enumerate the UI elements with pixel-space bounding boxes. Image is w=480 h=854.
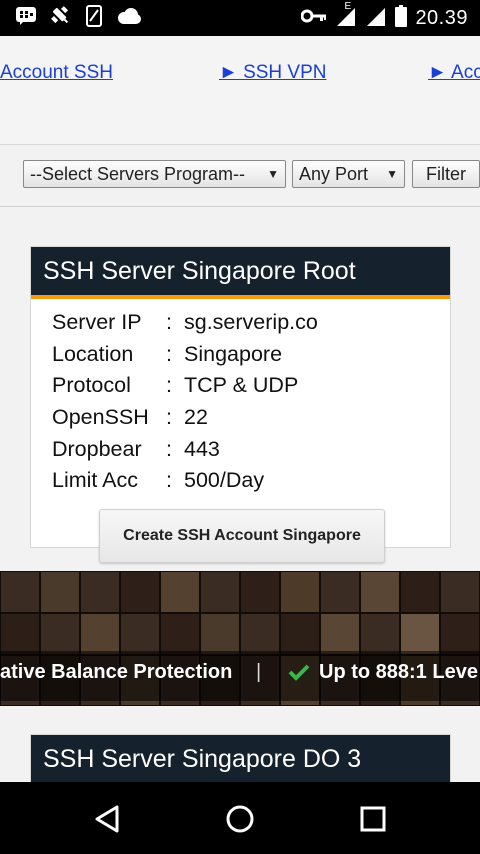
detail-value: Singapore [184, 341, 283, 366]
detail-label: Location [52, 341, 134, 366]
detail-label: Protocol [52, 373, 131, 398]
nav-link-account-ssh[interactable]: Account SSH [0, 62, 113, 84]
banner-ticker: ative Balance Protection | Up to 888:1 L… [0, 661, 480, 691]
satellite-icon [50, 5, 72, 32]
card-title: SSH Server Singapore Root [31, 247, 450, 299]
detail-separator: : [166, 310, 172, 335]
webview: Account SSH ► SSH VPN ► Acc --Select Ser… [0, 36, 480, 782]
create-ssh-account-label: Create SSH Account Singapore [123, 527, 361, 544]
phone-icon [86, 4, 102, 32]
home-icon[interactable] [225, 804, 255, 839]
detail-separator: : [166, 436, 172, 461]
detail-separator: : [166, 405, 172, 430]
detail-label: OpenSSH [52, 405, 149, 430]
key-icon [300, 9, 327, 28]
filter-bar: --Select Servers Program-- ▼ Any Port ▼ … [0, 160, 480, 190]
detail-row-protocol: Protocol : TCP & UDP [52, 370, 450, 402]
divider [0, 206, 480, 207]
detail-row-location: Location : Singapore [52, 339, 450, 371]
battery-icon [395, 4, 408, 32]
recents-icon[interactable] [360, 806, 386, 837]
detail-separator: : [166, 468, 172, 493]
check-icon [288, 663, 310, 687]
filter-button-label: Filter [426, 163, 466, 184]
detail-row-openssh: OpenSSH : 22 [52, 402, 450, 434]
back-icon[interactable] [93, 804, 121, 839]
detail-value: sg.serverip.co [184, 310, 318, 335]
bbm-icon [16, 6, 36, 30]
program-select-label: --Select Servers Program-- [30, 163, 246, 184]
program-select[interactable]: --Select Servers Program-- ▼ [23, 160, 286, 188]
cloud-icon [116, 7, 142, 30]
filter-button[interactable]: Filter [412, 160, 480, 188]
detail-separator: : [166, 341, 172, 366]
detail-row-limit-acc: Limit Acc : 500/Day [52, 465, 450, 497]
create-ssh-account-button[interactable]: Create SSH Account Singapore [99, 509, 385, 563]
detail-value: 443 [184, 436, 220, 461]
detail-value: TCP & UDP [184, 373, 299, 398]
detail-value: 22 [184, 405, 208, 430]
top-nav: Account SSH ► SSH VPN ► Acc [0, 36, 480, 144]
server-details: Server IP : sg.serverip.co Location : Si… [31, 299, 450, 497]
port-select[interactable]: Any Port ▼ [292, 160, 405, 188]
ad-banner[interactable]: ative Balance Protection | Up to 888:1 L… [0, 571, 480, 706]
card-title: SSH Server Singapore DO 3 [31, 735, 450, 782]
port-select-label: Any Port [299, 163, 369, 184]
server-card-singapore-root: SSH Server Singapore Root Server IP : sg… [30, 246, 451, 563]
clock-time: 20.39 [415, 6, 468, 29]
banner-text-2: Up to 888:1 Leve [319, 661, 478, 683]
divider [0, 144, 480, 145]
detail-label: Limit Acc [52, 468, 139, 493]
dropdown-arrow-icon: ▼ [267, 167, 279, 181]
banner-divider: | [256, 661, 262, 683]
banner-text-1: ative Balance Protection [0, 661, 233, 683]
detail-label: Server IP [52, 310, 142, 335]
detail-value: 500/Day [184, 468, 265, 493]
detail-label: Dropbear [52, 436, 142, 461]
nav-link-ssh-vpn[interactable]: ► SSH VPN [219, 62, 327, 84]
nav-link-account[interactable]: ► Acc [428, 62, 480, 84]
detail-separator: : [166, 373, 172, 398]
status-bar: E 20.39 [0, 0, 480, 36]
server-card-singapore-do3: SSH Server Singapore DO 3 [30, 734, 451, 782]
signal-e-icon: E [335, 1, 357, 32]
dropdown-arrow-icon: ▼ [386, 167, 398, 181]
detail-row-server-ip: Server IP : sg.serverip.co [52, 307, 450, 339]
signal-icon [365, 5, 387, 32]
navigation-bar [0, 782, 480, 854]
detail-row-dropbear: Dropbear : 443 [52, 433, 450, 465]
